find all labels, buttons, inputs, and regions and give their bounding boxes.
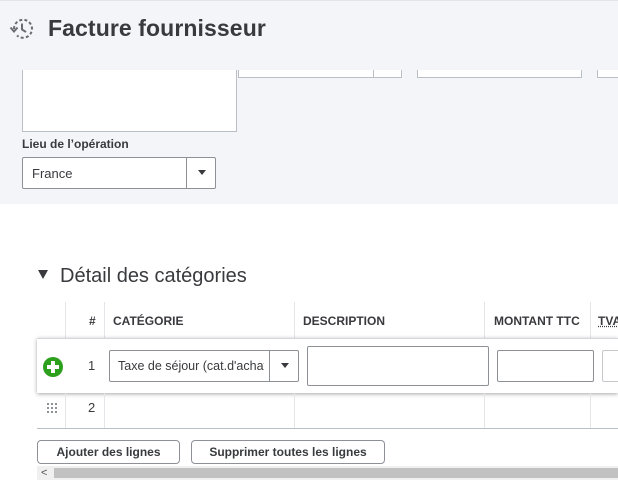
form-area: Lieu de l’opération France <box>0 58 618 204</box>
reference-field[interactable] <box>417 70 582 78</box>
column-divider <box>104 302 105 339</box>
add-lines-button[interactable]: Ajouter des lignes <box>37 440 180 464</box>
select-divider <box>186 158 187 188</box>
column-divider <box>294 393 295 428</box>
tva-select[interactable] <box>602 350 618 382</box>
column-divider <box>65 302 66 339</box>
row-number: 1 <box>88 358 96 373</box>
chevron-down-icon[interactable] <box>281 363 289 368</box>
section-title: Détail des catégories <box>60 265 247 287</box>
amount-field[interactable] <box>597 70 618 78</box>
page-title: Facture fournisseur <box>48 15 266 41</box>
amount-input[interactable] <box>497 350 594 382</box>
collapse-triangle-icon[interactable] <box>38 270 48 279</box>
column-header-tva: TVA <box>598 314 618 328</box>
column-header-description: DESCRIPTION <box>303 314 386 328</box>
category-select[interactable]: Taxe de séjour (cat.d'achat) <box>109 350 299 382</box>
column-divider <box>65 393 66 428</box>
history-clock-icon[interactable] <box>8 15 36 43</box>
row-number: 2 <box>88 400 96 415</box>
column-header-number: # <box>89 314 96 328</box>
column-divider <box>294 302 295 339</box>
table-row[interactable]: 1 Taxe de séjour (cat.d'achat) <box>37 338 618 393</box>
drag-handle-icon[interactable] <box>47 403 57 415</box>
lieu-value: France <box>32 166 73 181</box>
page-header: Facture fournisseur <box>0 0 618 58</box>
lieu-label: Lieu de l’opération <box>22 137 129 151</box>
table-row[interactable]: 2 <box>37 393 618 429</box>
column-header-montant: MONTANT TTC <box>494 314 580 328</box>
category-value: Taxe de séjour (cat.d'achat) <box>118 359 264 373</box>
lieu-select[interactable]: France <box>22 157 216 189</box>
date-picker-button[interactable] <box>373 70 402 78</box>
horizontal-scrollbar[interactable]: < <box>37 466 618 480</box>
column-divider <box>590 393 591 428</box>
description-input[interactable] <box>307 346 489 386</box>
category-table: # CATÉGORIE DESCRIPTION MONTANT TTC TVA <box>37 302 618 339</box>
chevron-down-icon[interactable] <box>198 170 206 175</box>
date-field[interactable] <box>238 70 374 78</box>
category-details-toggle[interactable]: Détail des catégories <box>38 265 247 288</box>
memo-textarea[interactable] <box>22 70 237 132</box>
column-header-categorie: CATÉGORIE <box>113 314 184 328</box>
scroll-left-icon[interactable]: < <box>41 467 47 479</box>
column-divider <box>484 393 485 428</box>
clear-all-lines-button[interactable]: Supprimer toutes les lignes <box>191 440 385 464</box>
add-line-plus-icon[interactable] <box>43 357 63 377</box>
table-header: # CATÉGORIE DESCRIPTION MONTANT TTC TVA <box>37 302 618 339</box>
column-divider <box>484 302 485 339</box>
scrollbar-thumb[interactable] <box>54 468 618 478</box>
select-divider <box>269 351 270 381</box>
column-divider <box>104 393 105 428</box>
column-divider <box>590 302 591 339</box>
